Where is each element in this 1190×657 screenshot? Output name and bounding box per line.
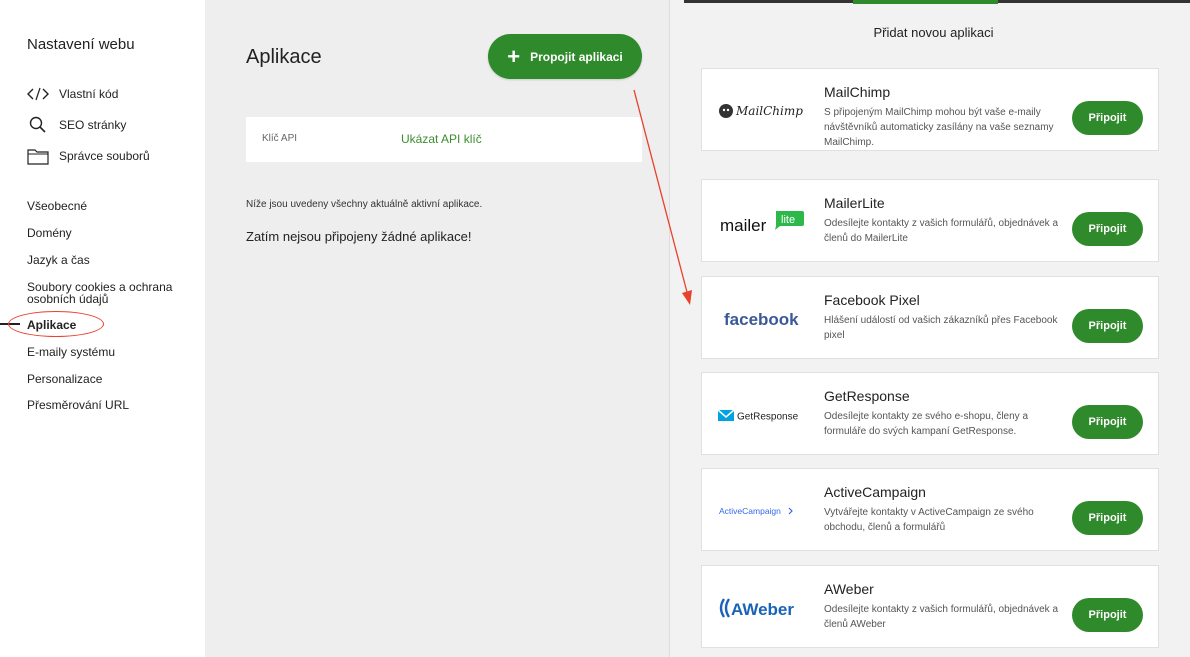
svg-text:facebook: facebook <box>724 310 799 329</box>
sidebar-item-custom-code[interactable]: Vlastní kód <box>27 85 118 103</box>
code-icon <box>27 85 49 103</box>
mailchimp-logo: MailChimp <box>712 69 812 152</box>
sidebar-item-label: Správce souborů <box>59 149 150 163</box>
connect-getresponse-button[interactable]: Připojit <box>1072 405 1143 439</box>
sidebar-title: Nastavení webu <box>27 36 135 53</box>
sidebar-item-domains[interactable]: Domény <box>27 227 72 239</box>
svg-text:MailChimp: MailChimp <box>735 104 803 118</box>
app-card-facebook-pixel: facebook Facebook Pixel Hlášení událostí… <box>701 276 1159 359</box>
app-card-mailchimp: MailChimp MailChimp S připojeným MailChi… <box>701 68 1159 151</box>
app-card-aweber: AWeber AWeber Odesílejte kontakty z vaši… <box>701 565 1159 648</box>
sidebar-item-label: SEO stránky <box>59 118 127 132</box>
connect-aweber-button[interactable]: Připojit <box>1072 598 1143 632</box>
connect-facebook-button[interactable]: Připojit <box>1072 309 1143 343</box>
folder-icon <box>27 147 49 165</box>
app-name: ActiveCampaign <box>824 484 926 500</box>
app-card-getresponse: GetResponse GetResponse Odesílejte konta… <box>701 372 1159 455</box>
svg-text:mailer: mailer <box>720 216 767 235</box>
mailerlite-logo: mailer lite <box>712 180 812 263</box>
aweber-logo: AWeber <box>712 566 812 649</box>
app-description: Odesílejte kontakty z vašich formulářů, … <box>824 604 1059 630</box>
connect-app-label: Propojit aplikaci <box>530 49 623 64</box>
connect-activecampaign-button[interactable]: Připojit <box>1072 501 1143 535</box>
app-name: MailerLite <box>824 195 885 211</box>
app-name: MailChimp <box>824 84 891 100</box>
facebook-logo: facebook <box>712 277 812 360</box>
app-description: Vytvářejte kontakty v ActiveCampaign ze … <box>824 507 1034 533</box>
app-description: Odesílejte kontakty z vašich formulářů, … <box>824 218 1059 244</box>
sidebar-item-language-time[interactable]: Jazyk a čas <box>27 254 90 266</box>
sidebar-item-personalization[interactable]: Personalizace <box>27 373 102 385</box>
connect-mailchimp-button[interactable]: Připojit <box>1072 101 1143 135</box>
svg-text:AWeber: AWeber <box>731 600 794 619</box>
app-card-mailerlite: mailer lite MailerLite Odesílejte kontak… <box>701 179 1159 262</box>
svg-text:ActiveCampaign: ActiveCampaign <box>719 506 781 516</box>
search-icon <box>27 116 49 134</box>
sidebar-item-system-emails[interactable]: E-maily systému <box>27 346 115 358</box>
app-description: S připojeným MailChimp mohou být vaše e-… <box>824 107 1054 148</box>
api-key-label: Klíč API <box>262 133 298 144</box>
sidebar-item-label: Vlastní kód <box>59 87 119 101</box>
app-description: Hlášení událostí od vašich zákazníků pře… <box>824 315 1058 341</box>
sidebar-item-url-redirects[interactable]: Přesměrování URL <box>27 399 129 411</box>
empty-state-text: Zatím nejsou připojeny žádné aplikace! <box>246 229 472 244</box>
svg-text:lite: lite <box>781 214 795 226</box>
app-name: GetResponse <box>824 388 910 404</box>
getresponse-logo: GetResponse <box>712 373 812 456</box>
page-title: Aplikace <box>246 46 322 68</box>
show-api-key-link[interactable]: Ukázat API klíč <box>401 132 482 146</box>
api-key-card: Klíč API Ukázat API klíč <box>246 117 642 162</box>
app-description: Odesílejte kontakty ze svého e-shopu, čl… <box>824 411 1029 437</box>
app-card-activecampaign: ActiveCampaign ActiveCampaign Vytvářejte… <box>701 468 1159 551</box>
plus-icon: + <box>507 43 521 69</box>
app-name: AWeber <box>824 581 874 597</box>
sidebar: Nastavení webu Vlastní kód SEO stránky S… <box>0 0 205 657</box>
panel-top-accent <box>853 0 998 4</box>
sidebar-item-general[interactable]: Všeobecné <box>27 200 87 212</box>
sidebar-item-seo[interactable]: SEO stránky <box>27 116 126 134</box>
panel-title: Přidat novou aplikaci <box>873 25 994 40</box>
connect-app-button[interactable]: + Propojit aplikaci <box>488 34 642 79</box>
activecampaign-logo: ActiveCampaign <box>712 469 812 552</box>
app-name: Facebook Pixel <box>824 292 920 308</box>
sidebar-item-file-manager[interactable]: Správce souborů <box>27 147 150 165</box>
svg-text:GetResponse: GetResponse <box>737 411 799 422</box>
connect-mailerlite-button[interactable]: Připojit <box>1072 212 1143 246</box>
add-app-panel: Přidat novou aplikaci MailChimp MailChim… <box>669 0 1190 657</box>
active-apps-info: Níže jsou uvedeny všechny aktuálně aktiv… <box>246 199 483 210</box>
sidebar-item-cookies-privacy[interactable]: Soubory cookies a ochrana osobních údajů <box>27 281 177 305</box>
sidebar-item-applications[interactable]: Aplikace <box>27 319 76 331</box>
